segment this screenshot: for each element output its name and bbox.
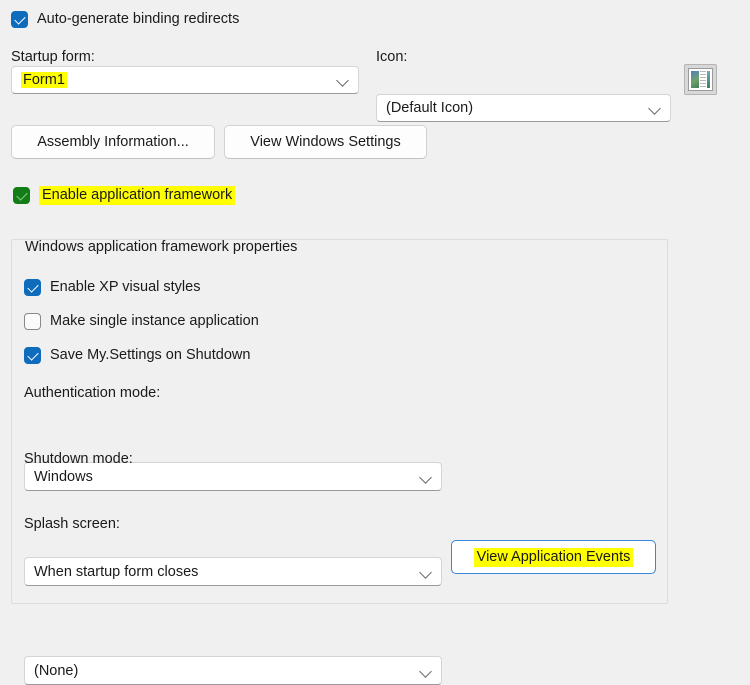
save-my-settings-on-shutdown-checkbox[interactable]: [24, 347, 41, 364]
shutdown-mode-combobox[interactable]: When startup form closes: [24, 557, 442, 586]
auto-generate-binding-redirects-row[interactable]: Auto-generate binding redirects: [11, 11, 239, 28]
icon-label: Icon:: [376, 50, 407, 65]
splash-screen-value: (None): [34, 663, 413, 679]
auto-generate-binding-redirects-checkbox[interactable]: [11, 11, 28, 28]
enable-application-framework-row[interactable]: Enable application framework: [13, 187, 235, 204]
enable-application-framework-label-text: Enable application framework: [39, 186, 235, 205]
checkmark-icon: [27, 281, 38, 292]
groupbox-title: Windows application framework properties: [19, 240, 303, 255]
auto-generate-binding-redirects-label: Auto-generate binding redirects: [37, 12, 239, 27]
save-my-settings-on-shutdown-row[interactable]: Save My.Settings on Shutdown: [24, 347, 250, 364]
startup-form-combobox[interactable]: Form1: [11, 66, 359, 94]
startup-form-value-text: Form1: [21, 72, 67, 88]
save-my-settings-on-shutdown-label: Save My.Settings on Shutdown: [50, 348, 250, 363]
splash-screen-combobox[interactable]: (None): [24, 656, 442, 685]
startup-form-label: Startup form:: [11, 50, 95, 65]
view-application-events-button-label: View Application Events: [474, 548, 634, 567]
enable-application-framework-checkbox[interactable]: [13, 187, 30, 204]
checkmark-icon: [27, 349, 38, 360]
application-properties-pane: { "colors": { "background": "#f0f0f0", "…: [0, 0, 750, 615]
icon-combobox[interactable]: (Default Icon): [376, 94, 671, 122]
checkmark-icon: [16, 189, 27, 200]
icon-preview-image-pane: [691, 71, 699, 88]
enable-application-framework-label: Enable application framework: [39, 188, 235, 203]
chevron-down-icon[interactable]: [336, 73, 350, 87]
chevron-down-icon[interactable]: [419, 664, 433, 678]
authentication-mode-label: Authentication mode:: [24, 386, 160, 401]
checkmark-icon: [14, 13, 25, 24]
authentication-mode-value: Windows: [34, 469, 413, 485]
enable-xp-visual-styles-row[interactable]: Enable XP visual styles: [24, 279, 200, 296]
make-single-instance-application-checkbox[interactable]: [24, 313, 41, 330]
startup-form-value: Form1: [21, 72, 330, 88]
icon-value: (Default Icon): [386, 100, 642, 116]
make-single-instance-application-row[interactable]: Make single instance application: [24, 313, 259, 330]
view-windows-settings-button-label: View Windows Settings: [250, 134, 400, 150]
assembly-information-button[interactable]: Assembly Information...: [11, 125, 215, 159]
icon-preview-sheet: [688, 68, 713, 91]
enable-xp-visual-styles-checkbox[interactable]: [24, 279, 41, 296]
default-application-icon: [684, 64, 717, 95]
shutdown-mode-value: When startup form closes: [34, 564, 413, 580]
make-single-instance-application-label: Make single instance application: [50, 314, 259, 329]
assembly-information-button-label: Assembly Information...: [37, 134, 189, 150]
view-application-events-button[interactable]: View Application Events: [451, 540, 656, 574]
splash-screen-label: Splash screen:: [24, 517, 120, 532]
icon-preview-accent-pane: [707, 71, 710, 88]
view-windows-settings-button[interactable]: View Windows Settings: [224, 125, 427, 159]
enable-xp-visual-styles-label: Enable XP visual styles: [50, 280, 200, 295]
shutdown-mode-label: Shutdown mode:: [24, 452, 133, 467]
chevron-down-icon[interactable]: [419, 565, 433, 579]
chevron-down-icon[interactable]: [419, 470, 433, 484]
icon-preview-text-pane: [700, 71, 705, 88]
chevron-down-icon[interactable]: [648, 101, 662, 115]
